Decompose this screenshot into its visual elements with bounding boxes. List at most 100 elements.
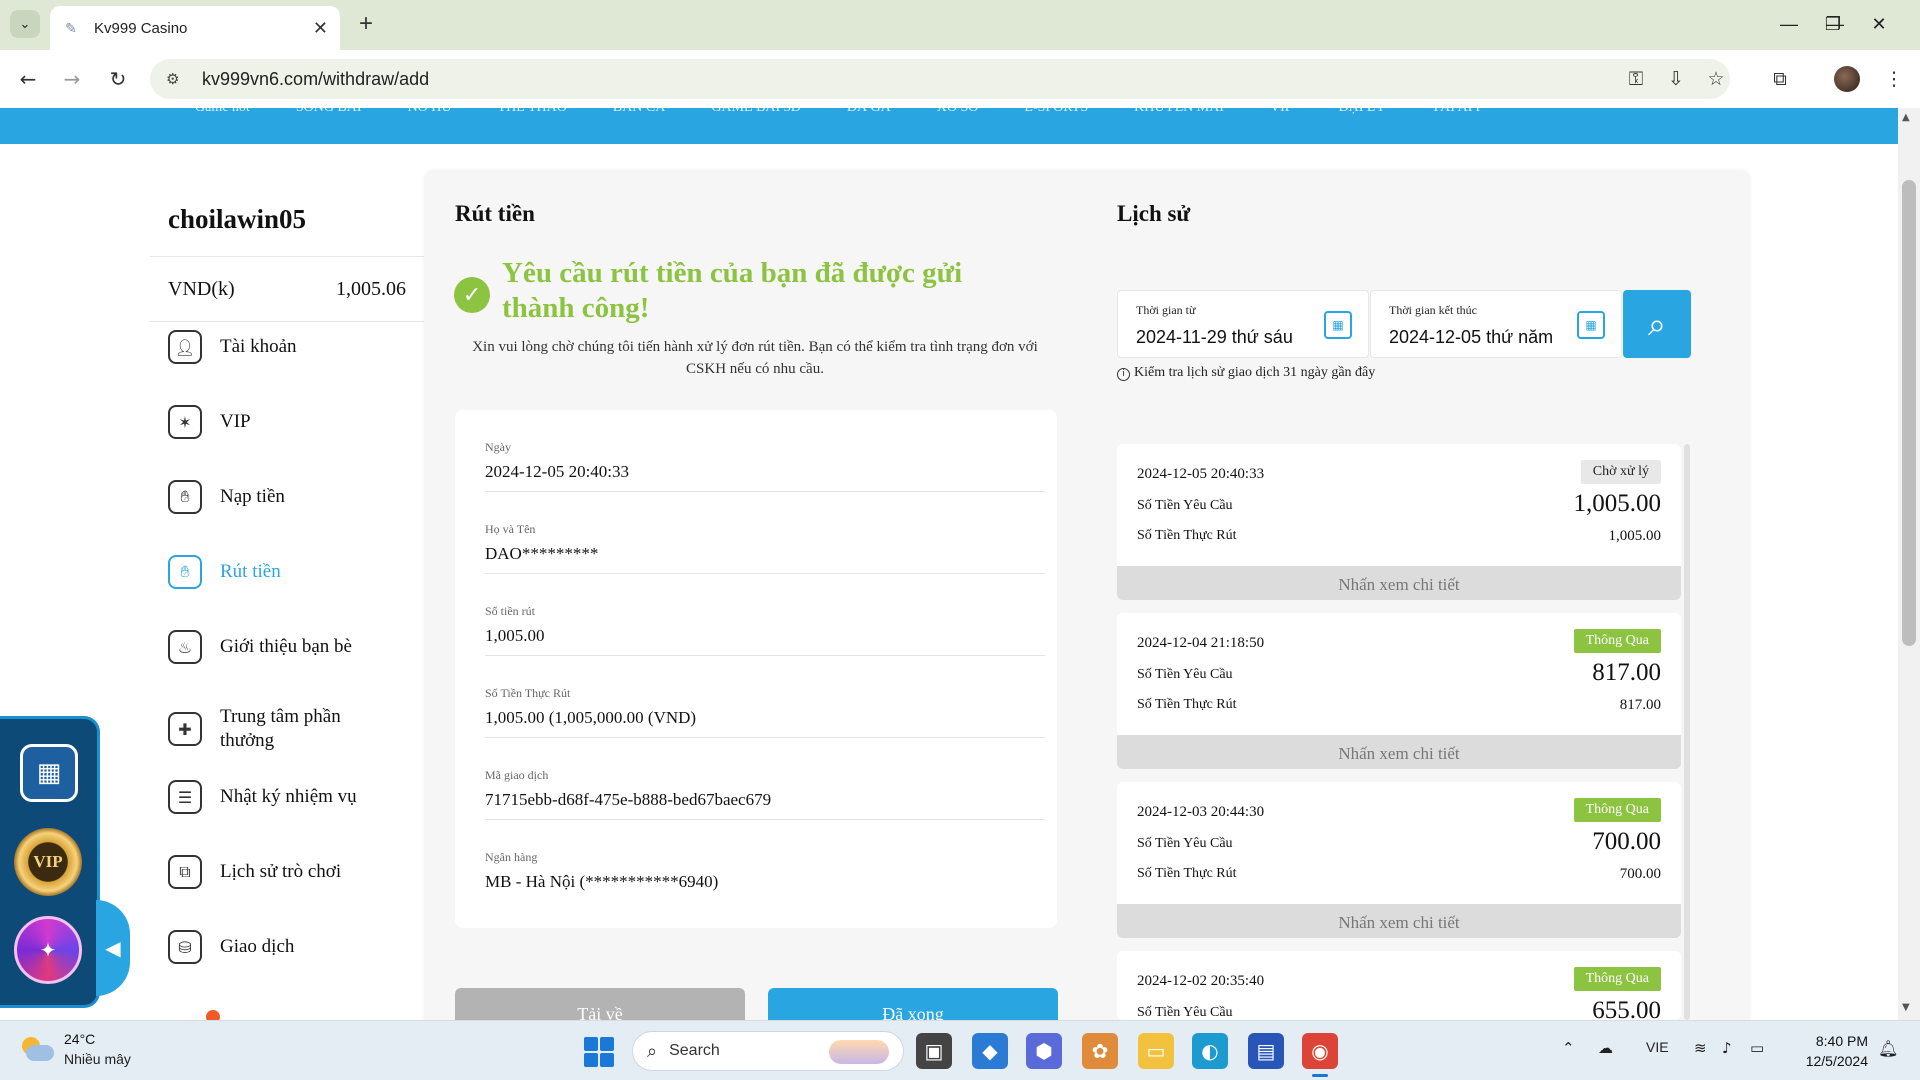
browser-menu-icon[interactable]: ⋮	[1878, 59, 1910, 99]
detail-label: Số Tiền Thực Rút	[485, 686, 571, 700]
view-detail-button[interactable]: Nhấn xem chi tiết	[1117, 735, 1681, 769]
taskbar-search-box[interactable]: ⌕ Search	[632, 1031, 904, 1071]
vscode-icon[interactable]: ◆	[972, 1033, 1008, 1069]
battery-icon[interactable]: ▭	[1750, 1039, 1764, 1057]
forward-arrow-icon[interactable]: →	[56, 63, 88, 95]
site-nav-item[interactable]: ĐẠI LÝ	[1339, 108, 1386, 116]
address-bar[interactable]: ⚙ kv999vn6.com/withdraw/add	[150, 59, 1730, 99]
partly-cloudy-weather-icon[interactable]	[20, 1035, 54, 1063]
withdraw-title: Rút tiền	[455, 201, 535, 226]
restore-button[interactable]: ❐	[1810, 8, 1856, 40]
new-tab-button[interactable]: +	[352, 10, 380, 38]
request-amount-value: 1,005.00	[1573, 490, 1662, 517]
history-record[interactable]: 2024-12-05 20:40:33 Chờ xử lý Số Tiền Yêu …	[1117, 444, 1681, 600]
edge-browser-icon[interactable]: ◐	[1192, 1033, 1228, 1069]
site-nav-item[interactable]: TẢI APP	[1432, 108, 1484, 116]
date-from-value: 2024-11-29 thứ sáu	[1136, 327, 1293, 347]
profile-avatar[interactable]	[1834, 66, 1860, 92]
sidebar-item-2[interactable]: ✋︎ Nạp tiền	[168, 480, 418, 514]
site-nav-item[interactable]: SÒNG BÀI	[296, 108, 362, 116]
close-window-button[interactable]: ✕	[1856, 8, 1902, 40]
site-nav-item[interactable]: Game hot	[195, 108, 250, 116]
view-detail-button[interactable]: Nhấn xem chi tiết	[1117, 566, 1681, 600]
history-record[interactable]: 2024-12-04 21:18:50 Thông Qua Số Tiền Yêu …	[1117, 613, 1681, 769]
bookmark-star-icon[interactable]: ☆	[1700, 59, 1732, 99]
detail-value: 1,005.00 (1,005,000.00 (VND)	[485, 708, 697, 727]
sidebar-item-label: Giao dịch	[220, 936, 295, 957]
detail-label: Ngân hàng	[485, 850, 538, 864]
sidebar-item-label: Lịch sử trò chơi	[220, 861, 342, 882]
sidebar-item-8[interactable]: ⛁ Giao dịch	[168, 930, 418, 964]
sidebar-item-6[interactable]: ☰ Nhật ký nhiệm vụ	[168, 780, 418, 814]
username: choilawin05	[168, 204, 307, 234]
wifi-icon[interactable]: ≋	[1694, 1039, 1707, 1057]
site-nav-item[interactable]: XỔ SỐ	[937, 108, 979, 116]
close-tab-icon[interactable]: ✕	[313, 18, 328, 39]
history-scrollbar[interactable]	[1684, 444, 1690, 1020]
site-nav-item[interactable]: NỔ HŨ	[408, 108, 452, 116]
reload-icon[interactable]: ↻	[102, 63, 134, 95]
install-app-icon[interactable]: ⇩	[1660, 59, 1692, 99]
history-hint: i Kiểm tra lịch sử giao dịch 31 ngày gần …	[1117, 364, 1379, 381]
site-nav-item[interactable]: VIP	[1270, 108, 1293, 116]
site-nav-item[interactable]: GAME BÀI 3D	[711, 108, 800, 116]
page-scrollbar-thumb[interactable]	[1902, 180, 1916, 646]
game-history-icon: ⧉	[168, 855, 202, 889]
site-nav-item[interactable]: E-SPORTS	[1024, 108, 1088, 116]
sidebar-item-1[interactable]: ✶ VIP	[168, 405, 418, 439]
system-clock[interactable]: 8:40 PM 12/5/2024	[1794, 1031, 1868, 1071]
minimize-button[interactable]: —	[1766, 8, 1812, 40]
request-amount-label: Số Tiền Yêu Cầu	[1137, 667, 1233, 682]
date-to-field[interactable]: Thời gian kết thúc 2024-12-05 thứ năm ▦	[1370, 290, 1622, 358]
tab-search-dropdown-icon[interactable]: ⌄	[10, 10, 40, 38]
history-record[interactable]: 2024-12-02 20:35:40 Thông Qua Số Tiền Yêu …	[1117, 951, 1681, 1020]
microsoft-store-icon[interactable]: ▤	[1248, 1033, 1284, 1069]
scroll-down-arrow-icon[interactable]: ▼	[1902, 1002, 1910, 1013]
history-record[interactable]: 2024-12-03 20:44:30 Thông Qua Số Tiền Yêu …	[1117, 782, 1681, 938]
detail-value: MB - Hà Nội (***********6940)	[485, 872, 719, 891]
task-view-icon[interactable]: ▣	[916, 1033, 952, 1069]
site-nav-item[interactable]: ĐÁ GÀ	[847, 108, 891, 116]
site-nav-item[interactable]: BẮN CÁ	[613, 108, 666, 116]
calendar-icon[interactable]: ▦	[1577, 311, 1605, 339]
sidebar-item-3[interactable]: ✋︎ Rút tiền	[168, 555, 418, 589]
volume-icon[interactable]: ♪	[1722, 1039, 1732, 1057]
sidebar-item-5[interactable]: ✚ Trung tâm phần thưởng	[168, 705, 418, 753]
app-cube-icon[interactable]: ⬢	[1026, 1033, 1062, 1069]
chrome-icon[interactable]: ◉	[1302, 1033, 1338, 1077]
back-arrow-icon[interactable]: ←	[12, 63, 44, 95]
success-check-icon: ✓	[454, 277, 490, 313]
request-amount-value: 817.00	[1592, 659, 1661, 686]
transaction-coins-icon: ⛁	[168, 930, 202, 964]
date-from-field[interactable]: Thời gian từ 2024-11-29 thứ sáu ▦	[1117, 290, 1369, 358]
search-icon: ⌕	[1648, 304, 1666, 343]
date-from-label: Thời gian từ	[1136, 303, 1196, 317]
show-hidden-icons-chevron-icon[interactable]: ⌃	[1562, 1039, 1575, 1057]
sidebar-item-0[interactable]: 👤︎ Tài khoản	[168, 330, 418, 364]
view-detail-button[interactable]: Nhấn xem chi tiết	[1117, 904, 1681, 938]
sidebar-item-4[interactable]: ♨ Giới thiệu bạn bè	[168, 630, 418, 664]
withdraw-hand-icon: ✋︎	[168, 555, 202, 589]
language-indicator[interactable]: VIE	[1646, 1039, 1669, 1055]
file-explorer-icon[interactable]: ▭	[1138, 1033, 1174, 1069]
sidebar-item-label: Rút tiền	[220, 561, 281, 582]
sidebar-item-7[interactable]: ⧉ Lịch sử trò chơi	[168, 855, 418, 889]
calendar-icon[interactable]: ▦	[1324, 311, 1352, 339]
extensions-puzzle-icon[interactable]: ⧉	[1764, 59, 1796, 99]
gift-icon: ✚	[168, 712, 202, 746]
browser-tab[interactable]: ✎ Kv999 Casino ✕	[50, 6, 340, 50]
checkin-calendar-icon[interactable]: ▦	[20, 744, 78, 802]
lucky-wheel-icon[interactable]: ✦	[14, 916, 82, 984]
notification-bell-icon[interactable]: 🔔︎	[1878, 1039, 1898, 1058]
password-key-icon[interactable]: ⚿	[1620, 59, 1652, 99]
onedrive-cloud-icon[interactable]: ☁	[1598, 1039, 1613, 1057]
windows-start-icon[interactable]	[584, 1037, 614, 1067]
copilot-icon[interactable]: ✿	[1082, 1033, 1118, 1069]
scroll-up-arrow-icon[interactable]: ▲	[1902, 112, 1910, 123]
site-nav-item[interactable]: KHUYẾN MÃI	[1134, 108, 1224, 116]
site-nav-item[interactable]: THỂ THAO	[498, 108, 567, 116]
vip-member-badge-icon[interactable]: VIP	[14, 828, 82, 896]
collapse-panel-arrow-icon[interactable]: ◀	[96, 900, 130, 996]
history-search-button[interactable]: ⌕	[1623, 290, 1691, 358]
site-info-icon[interactable]: ⚙	[166, 70, 188, 88]
